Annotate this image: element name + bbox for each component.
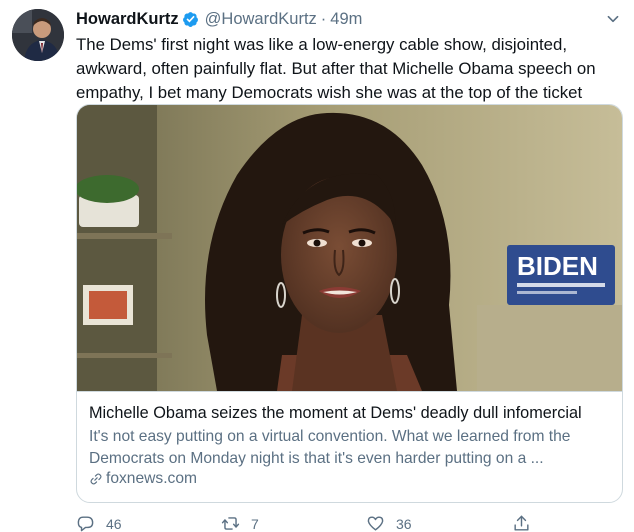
reply-button[interactable]: 46 [76, 514, 122, 532]
card-domain[interactable]: foxnews.com [89, 470, 610, 488]
like-count: 36 [396, 515, 412, 532]
campaign-sign-text: BIDEN [517, 251, 598, 281]
share-button[interactable] [512, 514, 531, 532]
card-title[interactable]: Michelle Obama seizes the moment at Dems… [89, 402, 610, 424]
link-card[interactable]: BIDEN Michelle Obama seizes the moment a… [76, 104, 623, 503]
header-separator: · [320, 9, 327, 28]
tweet-actions: 46 7 36 [76, 514, 546, 532]
like-button[interactable]: 36 [366, 514, 412, 532]
tweet-text: The Dems' first night was like a low-ene… [76, 35, 596, 103]
heart-icon [367, 516, 384, 531]
card-domain-text[interactable]: foxnews.com [106, 470, 197, 488]
card-image[interactable]: BIDEN [77, 105, 622, 391]
reply-icon [77, 516, 94, 532]
avatar-photo-icon [12, 9, 64, 61]
share-icon [514, 515, 529, 531]
retweet-count: 7 [251, 515, 259, 532]
video-still-image: BIDEN [77, 105, 622, 391]
author-handle[interactable]: @HowardKurtz [205, 10, 317, 29]
retweet-icon [221, 517, 240, 530]
card-info[interactable]: Michelle Obama seizes the moment at Dems… [77, 391, 622, 502]
reply-count: 46 [106, 515, 122, 532]
author-display-name[interactable]: HowardKurtz [76, 10, 179, 29]
card-description: It's not easy putting on a virtual conve… [89, 428, 571, 467]
link-icon [90, 473, 102, 485]
verified-badge-icon [182, 11, 198, 27]
tweet-timestamp[interactable]: 49m [330, 10, 362, 29]
tweet[interactable]: HowardKurtz @HowardKurtz · 49m The Dems'… [0, 0, 634, 532]
chevron-down-icon[interactable] [602, 8, 624, 30]
retweet-button[interactable]: 7 [221, 514, 259, 532]
tweet-header: HowardKurtz @HowardKurtz · 49m [76, 8, 362, 30]
author-avatar[interactable] [12, 9, 64, 61]
